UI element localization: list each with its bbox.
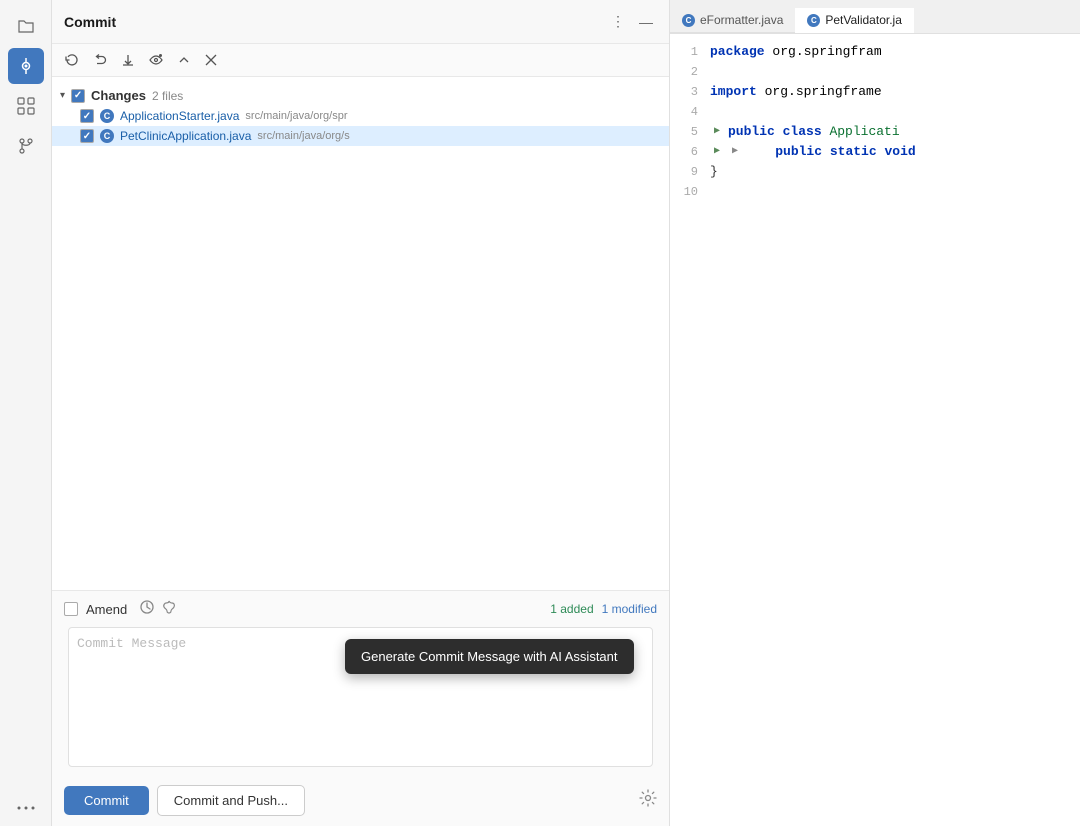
file-checkbox-2[interactable]	[80, 129, 94, 143]
code-text-1: package org.springfram	[710, 42, 882, 62]
line-num-2: 2	[678, 62, 710, 82]
amend-label: Amend	[86, 602, 127, 617]
line-num-9: 9	[678, 162, 710, 182]
amend-actions	[139, 599, 177, 619]
changes-chevron: ▾	[60, 90, 65, 101]
code-text-5: public class Applicati	[728, 122, 900, 142]
amend-row: Amend 1 added 1 modified	[52, 591, 669, 627]
file-name-2: PetClinicApplication.java	[120, 129, 251, 143]
line-num-4: 4	[678, 102, 710, 122]
line-num-6: 6	[678, 142, 710, 162]
changes-count: 2 files	[152, 89, 183, 103]
file-path-2: src/main/java/org/s	[257, 130, 349, 142]
commit-panel-title: Commit	[64, 14, 607, 30]
tab-label-1: eFormatter.java	[700, 13, 783, 27]
sidebar	[0, 0, 52, 826]
file-path-1: src/main/java/org/spr	[245, 110, 347, 122]
file-icon-1: C	[100, 109, 114, 123]
changes-checkbox[interactable]	[71, 89, 85, 103]
header-actions: ⋮ —	[607, 11, 657, 32]
close-button[interactable]	[200, 51, 222, 69]
stats: 1 added 1 modified	[550, 602, 657, 616]
code-text-9: }	[710, 162, 718, 182]
changes-group-header[interactable]: ▾ Changes 2 files	[52, 85, 669, 106]
tab-icon-1: C	[682, 14, 695, 27]
file-item-petclinic-application[interactable]: C PetClinicApplication.java src/main/jav…	[52, 126, 669, 146]
more-options-button[interactable]: ⋮	[607, 11, 629, 32]
code-text-6: public static void	[744, 142, 916, 162]
code-line-1: 1 package org.springfram	[670, 42, 1080, 62]
commit-panel-header: Commit ⋮ —	[52, 0, 669, 44]
download-button[interactable]	[116, 50, 140, 70]
toolbar	[52, 44, 669, 77]
tab-icon-2: C	[807, 14, 820, 27]
line-num-3: 3	[678, 82, 710, 102]
stat-modified: 1 modified	[602, 602, 657, 616]
run-btn-6[interactable]: ▶	[710, 145, 724, 159]
code-line-6: 6 ▶ ▶ public static void	[670, 142, 1080, 162]
file-checkbox-1[interactable]	[80, 109, 94, 123]
amend-checkbox[interactable]	[64, 602, 78, 616]
tab-petvalidator[interactable]: C PetValidator.ja	[795, 8, 914, 33]
line-num-1: 1	[678, 42, 710, 62]
changes-group: ▾ Changes 2 files C ApplicationStarter.j…	[52, 83, 669, 148]
action-buttons: Commit Commit and Push...	[52, 775, 669, 826]
changes-label: Changes	[91, 88, 146, 103]
sidebar-icon-vcs[interactable]	[8, 128, 44, 164]
history-button[interactable]	[139, 599, 155, 619]
ai-tooltip: Generate Commit Message with AI Assistan…	[345, 639, 634, 674]
code-tabs: C eFormatter.java C PetValidator.ja	[670, 0, 1080, 34]
commit-button[interactable]: Commit	[64, 786, 149, 815]
code-text-3: import org.springframe	[710, 82, 882, 102]
sidebar-icon-git[interactable]	[8, 48, 44, 84]
settings-button[interactable]	[639, 789, 657, 812]
code-line-4: 4	[670, 102, 1080, 122]
eye-button[interactable]	[144, 50, 168, 70]
file-icon-2: C	[100, 129, 114, 143]
tab-eformatter[interactable]: C eFormatter.java	[670, 8, 795, 33]
code-content: 1 package org.springfram 2 3 import org.…	[670, 34, 1080, 826]
commit-panel: Commit ⋮ —	[52, 0, 670, 826]
code-line-3: 3 import org.springframe	[670, 82, 1080, 102]
commit-bottom: Amend 1 added 1 modified	[52, 590, 669, 826]
code-panel: C eFormatter.java C PetValidator.ja 1 pa…	[670, 0, 1080, 826]
sidebar-icon-folder[interactable]	[8, 8, 44, 44]
refresh-button[interactable]	[60, 50, 84, 70]
ai-generate-button[interactable]	[161, 599, 177, 619]
expand-btn-6[interactable]: ▶	[728, 145, 742, 159]
file-tree: ▾ Changes 2 files C ApplicationStarter.j…	[52, 77, 669, 590]
run-btn-5[interactable]: ▶	[710, 125, 724, 139]
code-line-5: 5 ▶ public class Applicati	[670, 122, 1080, 142]
line-num-5: 5	[678, 122, 710, 142]
sidebar-icon-more[interactable]	[8, 790, 44, 826]
commit-and-push-button[interactable]: Commit and Push...	[157, 785, 305, 816]
stat-added: 1 added	[550, 602, 593, 616]
up-button[interactable]	[172, 50, 196, 70]
file-item-application-starter[interactable]: C ApplicationStarter.java src/main/java/…	[52, 106, 669, 126]
minimize-button[interactable]: —	[635, 12, 657, 32]
file-name-1: ApplicationStarter.java	[120, 109, 239, 123]
tab-label-2: PetValidator.ja	[825, 13, 902, 27]
code-line-10: 10	[670, 182, 1080, 202]
undo-button[interactable]	[88, 50, 112, 70]
sidebar-icon-modules[interactable]	[8, 88, 44, 124]
code-line-9: 9 }	[670, 162, 1080, 182]
line-num-10: 10	[678, 182, 710, 202]
code-line-2: 2	[670, 62, 1080, 82]
